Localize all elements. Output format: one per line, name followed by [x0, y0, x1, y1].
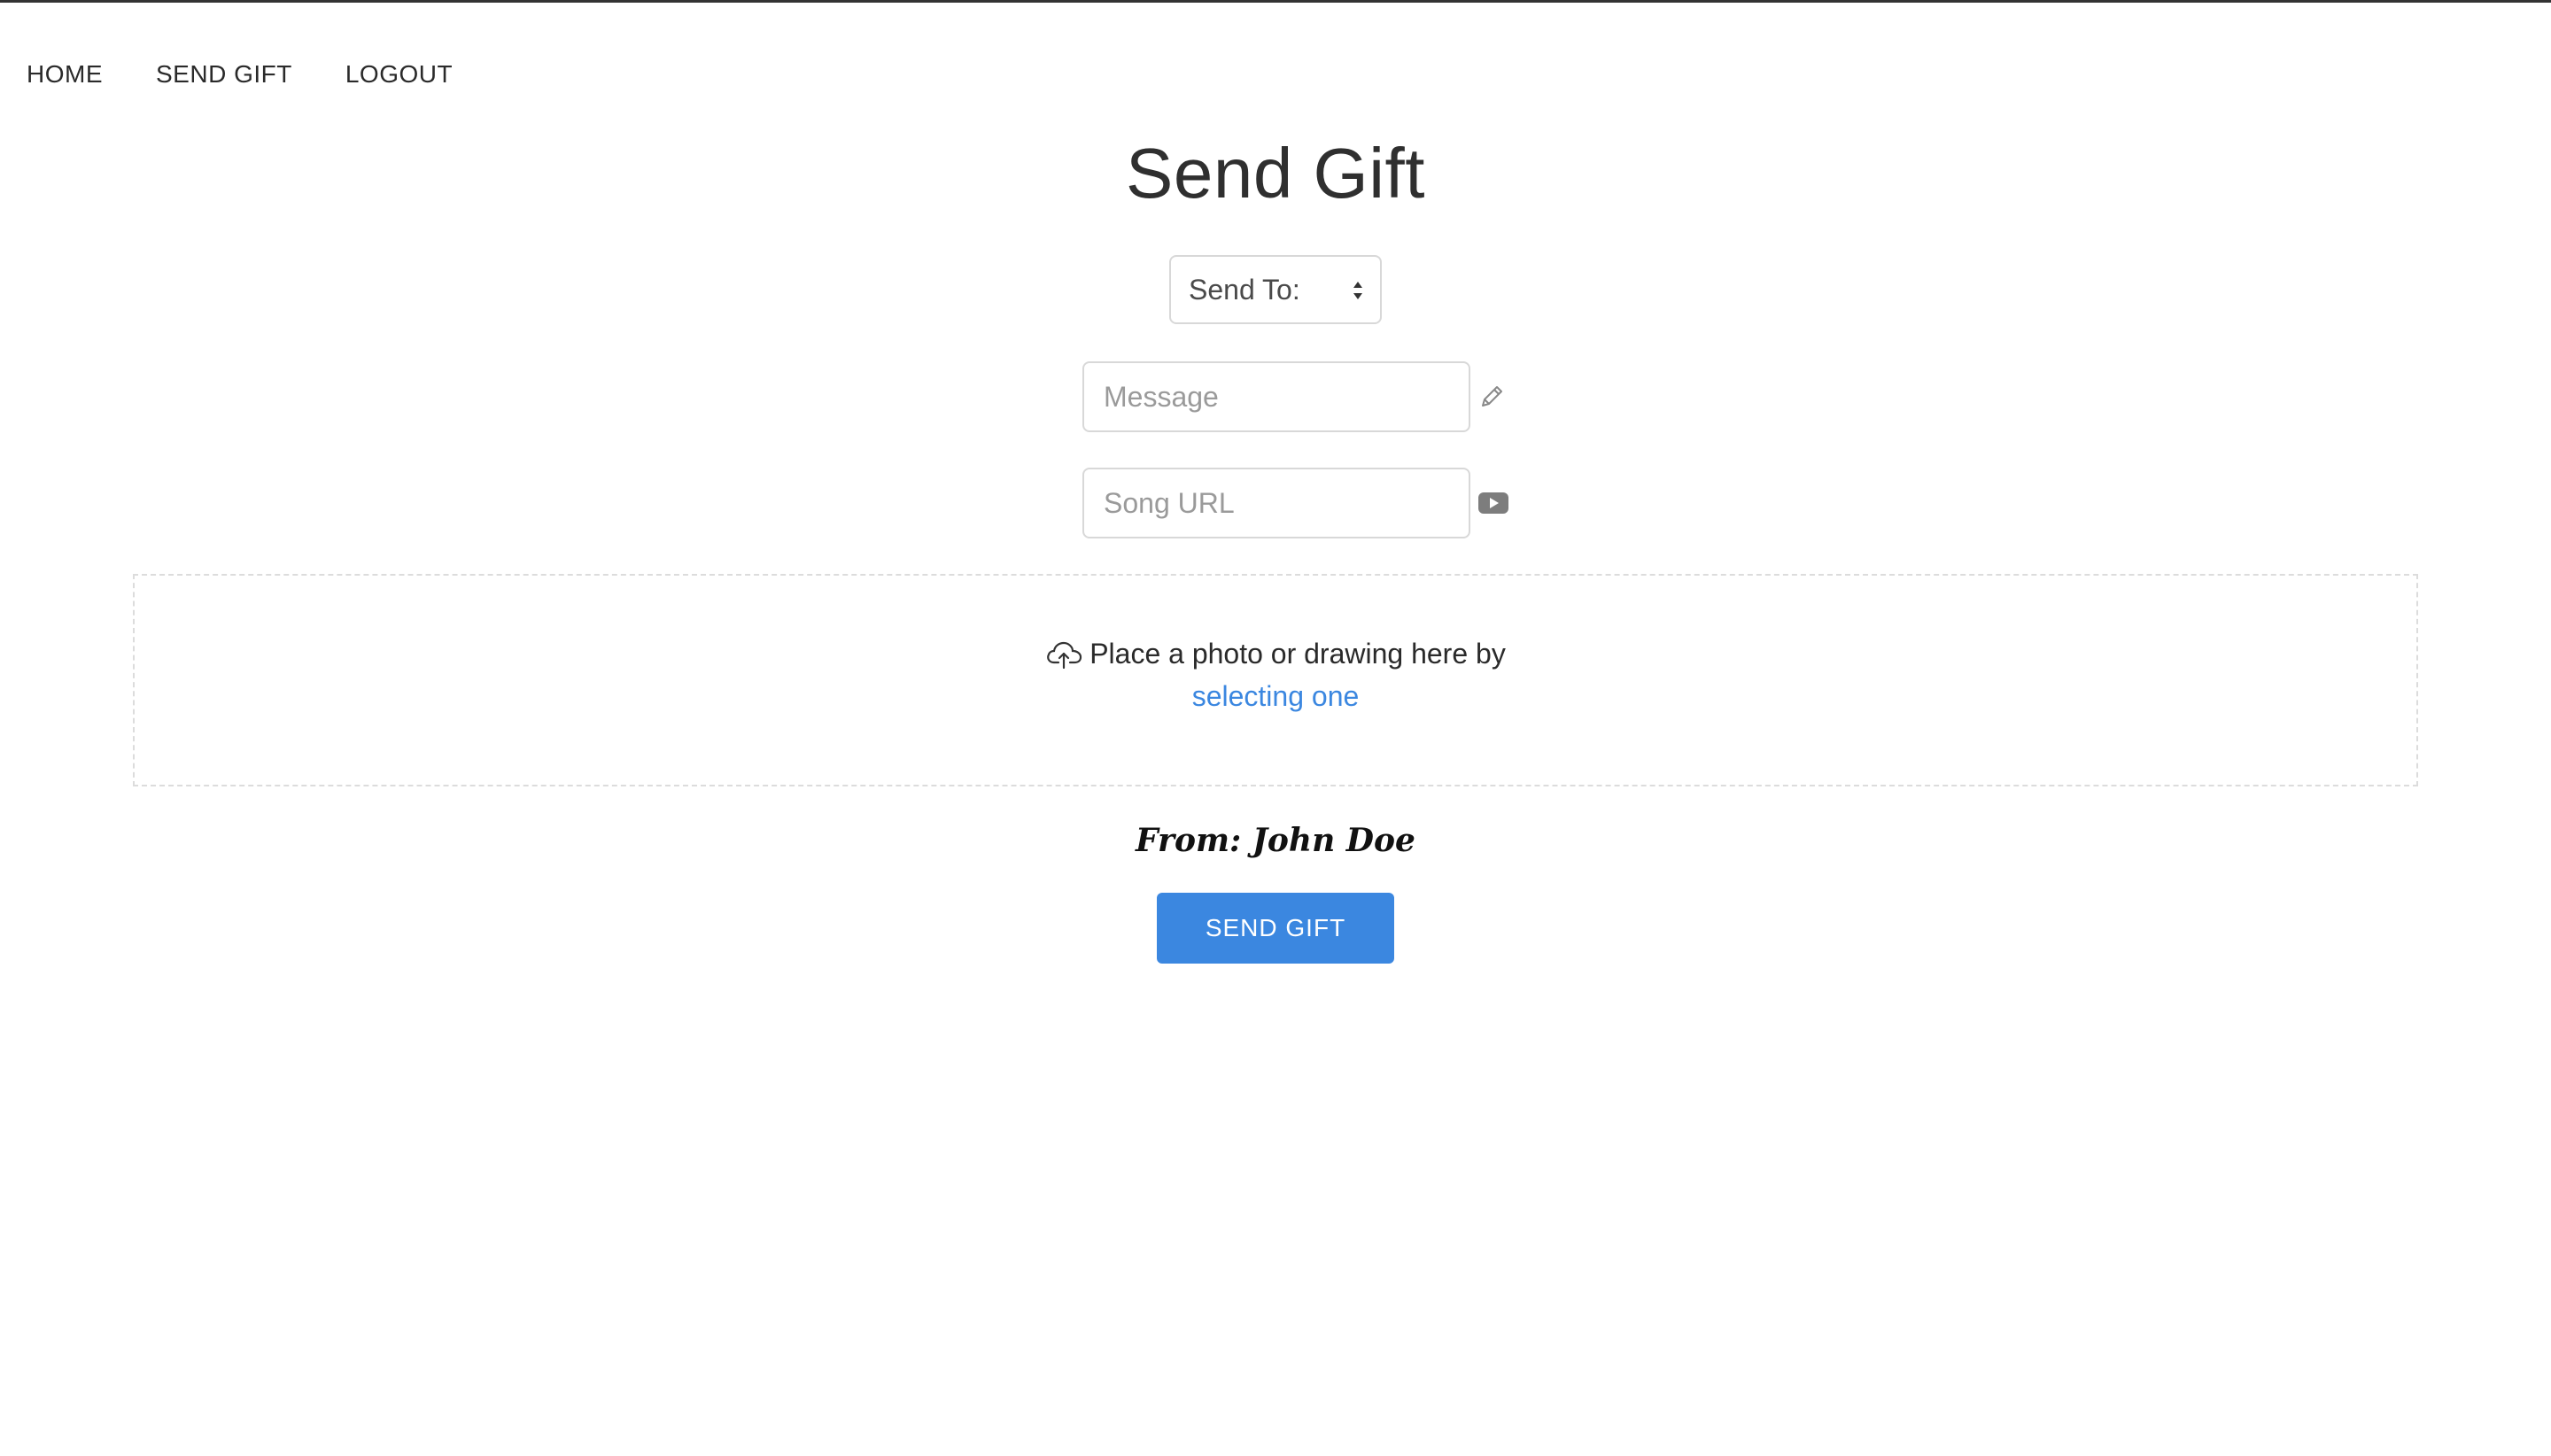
photo-dropzone[interactable]: Place a photo or drawing here by selecti…: [133, 574, 2418, 786]
dropzone-prompt: Place a photo or drawing here by: [135, 638, 2416, 670]
youtube-icon: [1477, 487, 1509, 519]
send-gift-button[interactable]: SEND GIFT: [1157, 893, 1394, 964]
message-field[interactable]: [1082, 361, 1502, 432]
top-border: [0, 0, 2551, 3]
page-title: Send Gift: [1125, 134, 1425, 213]
pencil-icon: [1477, 381, 1506, 413]
dropzone-text: Place a photo or drawing here by: [1089, 638, 1506, 670]
nav-send-gift[interactable]: SEND GIFT: [156, 60, 292, 89]
cloud-upload-icon: [1047, 641, 1082, 669]
song-url-input[interactable]: [1102, 485, 1477, 521]
send-to-select[interactable]: Send To:: [1169, 255, 1382, 324]
song-url-field[interactable]: [1082, 468, 1508, 538]
send-to-value: Send To:: [1189, 273, 1300, 306]
nav-home[interactable]: HOME: [27, 60, 103, 89]
from-signature: From: John Doe: [1136, 822, 1415, 859]
top-nav: HOME SEND GIFT LOGOUT: [27, 60, 453, 89]
select-file-link[interactable]: selecting one: [1192, 680, 1360, 712]
message-input[interactable]: [1102, 379, 1477, 414]
select-arrows-icon: [1353, 282, 1362, 299]
nav-logout[interactable]: LOGOUT: [345, 60, 453, 89]
